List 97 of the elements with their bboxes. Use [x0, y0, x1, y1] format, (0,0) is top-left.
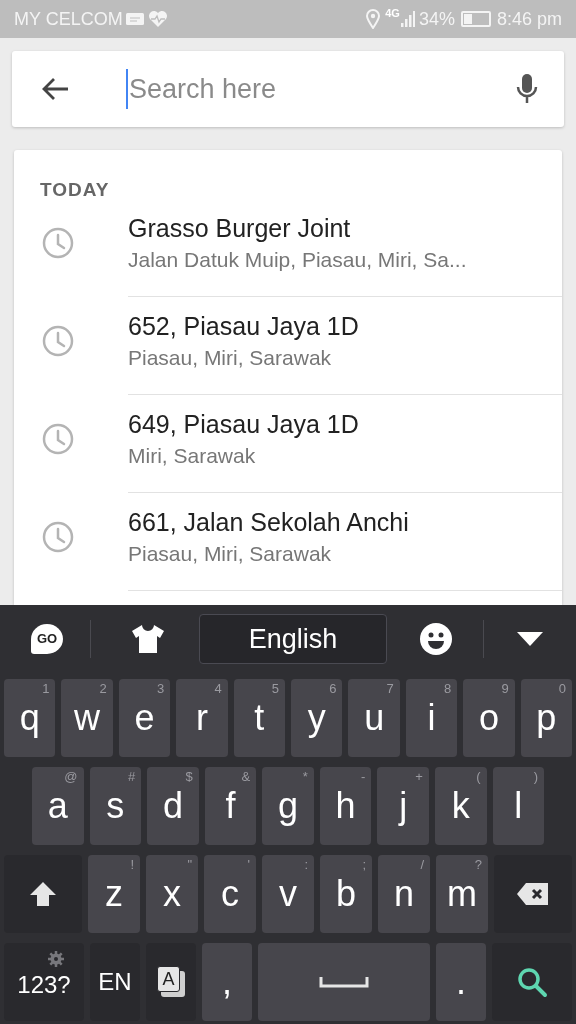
key-hint: #: [127, 770, 136, 783]
keyboard-key[interactable]: a @: [32, 767, 84, 845]
key-hint: 5: [271, 682, 280, 695]
key-hint: 4: [214, 682, 222, 695]
key-hint: 7: [386, 682, 394, 695]
place-name: 652, Piasau Jaya 1D: [128, 311, 360, 342]
place-address: Jalan Datuk Muip, Piasau, Miri, Sa...: [128, 247, 468, 273]
keyboard-key[interactable]: t 5: [233, 679, 286, 757]
keyboard-key[interactable]: j +: [377, 767, 429, 845]
key-hint: ;: [362, 858, 366, 871]
key-hint: -: [361, 770, 366, 783]
key-hint: 8: [444, 682, 452, 695]
keyboard-key[interactable]: o 9: [463, 679, 515, 757]
search-icon: [516, 966, 548, 998]
backspace-icon: [516, 882, 550, 906]
keyboard-key[interactable]: c ': [204, 855, 256, 933]
symbols-key[interactable]: 123?: [4, 943, 84, 1021]
keyboard-key[interactable]: z !: [88, 855, 140, 933]
place-name: 661, Jalan Sekolah Anchi: [128, 507, 410, 538]
keyboard-key[interactable]: ,: [202, 943, 252, 1021]
clock-icon: [42, 227, 74, 259]
place-name: Grasso Burger Joint: [128, 213, 352, 244]
message-icon: [125, 13, 144, 25]
keyboard-key[interactable]: g *: [262, 767, 314, 845]
search-bar[interactable]: Search here: [12, 51, 564, 127]
history-item[interactable]: 652, Piasau Jaya 1D Piasau, Miri, Sarawak: [14, 297, 562, 395]
key-hint: :: [304, 858, 308, 871]
key-hint: 1: [42, 682, 50, 695]
keyboard-key[interactable]: e 3: [118, 679, 171, 757]
keyboard-key[interactable]: m ?: [436, 855, 488, 933]
keyboard-key[interactable]: s #: [89, 767, 142, 845]
keyboard-key[interactable]: w 2: [61, 679, 113, 757]
history-item[interactable]: Grasso Burger Joint Jalan Datuk Muip, Piasau, Miri, Sa...: [14, 199, 562, 297]
keyboard-key[interactable]: p 0: [520, 679, 573, 757]
language-key[interactable]: EN: [90, 943, 140, 1021]
key-hint: ": [187, 858, 192, 871]
keyboard-key[interactable]: r 4: [176, 679, 228, 757]
key-hint: (: [476, 770, 481, 783]
keyboard-key[interactable]: q 1: [4, 679, 56, 757]
key-hint: 6: [329, 682, 337, 695]
keyboard-key[interactable]: i 8: [405, 679, 458, 757]
place-name: 649, Piasau Jaya 1D: [128, 409, 360, 440]
key-hint: ?: [474, 858, 482, 871]
key-hint: 9: [501, 682, 509, 695]
key-hint: ): [533, 770, 539, 783]
search-field[interactable]: Search here: [126, 68, 516, 110]
space-bar-icon: [319, 976, 369, 988]
clock-icon: [42, 423, 74, 455]
key-hint: ': [247, 858, 250, 871]
keyboard-key[interactable]: .: [436, 943, 486, 1021]
keyboard-key[interactable]: k (: [434, 767, 487, 845]
keyboard-key[interactable]: h -: [319, 767, 372, 845]
clock-icon: [42, 521, 74, 553]
battery-icon: [460, 11, 491, 27]
place-address: Piasau, Miri, Sarawak: [128, 345, 333, 371]
key-hint: /: [420, 858, 424, 871]
network-type: 4G: [385, 8, 400, 19]
collapse-caret-icon[interactable]: [517, 632, 543, 646]
keyboard-key[interactable]: b ;: [320, 855, 372, 933]
signal-icon: [400, 11, 415, 27]
key-hint: @: [64, 770, 78, 783]
microphone-icon[interactable]: [516, 74, 538, 104]
key-hint: *: [302, 770, 308, 783]
key-hint: !: [130, 858, 134, 871]
key-hint: &: [241, 770, 251, 783]
key-hint: 0: [558, 682, 567, 695]
search-key[interactable]: [492, 943, 572, 1021]
keyboard-logo[interactable]: GO: [31, 624, 63, 654]
key-hint: 3: [157, 682, 165, 695]
shift-arrow-icon: [28, 879, 58, 909]
section-heading: TODAY: [39, 180, 111, 199]
backspace-key[interactable]: [494, 855, 572, 933]
keyboard-key[interactable]: n /: [378, 855, 430, 933]
location-icon: [366, 9, 381, 29]
keyboard-key[interactable]: d $: [147, 767, 199, 845]
keyboard-key[interactable]: y 6: [291, 679, 343, 757]
key-hint: +: [415, 770, 423, 783]
key-hint: $: [185, 770, 193, 783]
keyboard-key[interactable]: v :: [262, 855, 314, 933]
gear-icon: [48, 951, 64, 967]
key-hint: 2: [99, 682, 107, 695]
keyboard-key[interactable]: l ): [492, 767, 545, 845]
t-shirt-icon[interactable]: [131, 624, 165, 654]
place-address: Piasau, Miri, Sarawak: [128, 541, 333, 567]
clipboard-key[interactable]: A: [146, 943, 196, 1021]
keyboard-key[interactable]: x ": [146, 855, 198, 933]
language-selector[interactable]: English: [199, 614, 387, 664]
clock-icon: [42, 325, 74, 357]
shift-key[interactable]: [4, 855, 82, 933]
history-item[interactable]: 661, Jalan Sekolah Anchi Piasau, Miri, Sarawak: [14, 493, 562, 591]
keyboard-key[interactable]: u 7: [348, 679, 400, 757]
back-arrow-icon[interactable]: [42, 77, 70, 101]
keyboard-key[interactable]: f &: [204, 767, 257, 845]
emoji-icon[interactable]: [419, 622, 453, 656]
heart-icon: [147, 10, 168, 28]
history-item[interactable]: 649, Piasau Jaya 1D Miri, Sarawak: [14, 395, 562, 493]
place-address: Miri, Sarawak: [128, 443, 257, 469]
